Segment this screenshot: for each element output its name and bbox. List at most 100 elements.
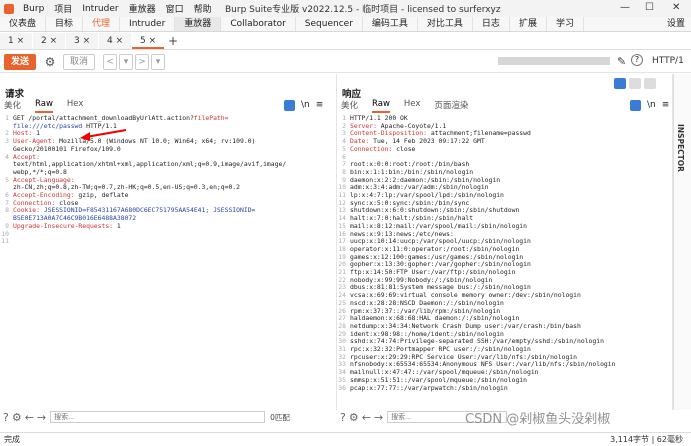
code-token: Upgrade-Insecure-Requests: (13, 221, 117, 230)
tab-main-2[interactable]: 代理 (83, 17, 121, 31)
watermark: CSDN @剁椒鱼头没剁椒 (465, 412, 611, 427)
prev-button[interactable]: < (103, 53, 117, 70)
repeater-tab-5[interactable]: 5 × (132, 32, 164, 49)
settings-button[interactable]: 设置 (667, 17, 685, 32)
menu-burp[interactable]: Burp (18, 4, 49, 14)
response-tab-3[interactable]: 页面渲染 (434, 99, 468, 113)
cancel-button[interactable]: 取消 (63, 53, 95, 70)
gear-icon[interactable]: ⚙ (349, 411, 359, 424)
newline-toggle[interactable]: \n (647, 100, 656, 111)
repeater-tabs: 1 × 2 × 3 × 4 × 5 × + (0, 32, 691, 50)
help-icon[interactable]: ? (3, 411, 9, 424)
inspector-label: INSPECTOR (676, 124, 685, 172)
tab-main-8[interactable]: 对比工具 (418, 17, 473, 31)
response-pane: 响应 美化 Raw Hex 页面渲染 \n ≡ 1 HTTP/1.1 200 OK 2 Se… (337, 74, 673, 410)
line-number: 1 (5, 114, 9, 122)
line-number: 3 (5, 137, 9, 146)
minimize-button[interactable]: — (620, 2, 630, 13)
next-dropdown[interactable]: ▾ (151, 53, 165, 70)
menu-icon[interactable]: ≡ (662, 100, 670, 111)
request-tab-1[interactable]: Raw (35, 99, 53, 113)
main-tabs: 仪表盘 目标 代理 Intruder 重放器 Collaborator Sequencer 编… (0, 17, 691, 32)
help-icon[interactable]: ? (340, 411, 346, 424)
status-bar: 完成 3,114字节 | 62毫秒 (0, 432, 691, 446)
tab-main-6[interactable]: Sequencer (296, 17, 363, 31)
red-arrow-annotation (80, 129, 127, 141)
menu-help[interactable]: 帮助 (189, 2, 217, 15)
close-button[interactable]: ✕ (672, 2, 680, 13)
request-subtabs: 美化 Raw Hex (4, 99, 97, 113)
newline-toggle[interactable]: \n (301, 100, 310, 111)
code-line: Upgrade-Insecure-Requests: 1 (13, 221, 121, 231)
tab-main-5[interactable]: Collaborator (221, 17, 296, 31)
inspector-sidebar[interactable]: INSPECTOR (673, 74, 691, 410)
target-host-redacted[interactable] (498, 57, 610, 65)
prev-dropdown[interactable]: ▾ (119, 53, 133, 70)
code-token: filePath= (193, 114, 229, 122)
menu-icon[interactable]: ≡ (316, 100, 324, 111)
http-version[interactable]: HTTP/1 (652, 56, 684, 66)
code-token: gzip, deflate (78, 191, 129, 199)
repeater-tab-3[interactable]: 3 × (66, 32, 98, 49)
layout-tabs-icon[interactable] (644, 78, 656, 89)
tab-main-9[interactable]: 日志 (473, 17, 510, 31)
request-search-bar: ? ⚙ ← → 0匹配 (0, 410, 337, 424)
request-title: 请求 (5, 89, 25, 100)
code-line: pcap:x:77:77::/var/arpwatch:/sbin/nologi… (350, 384, 508, 393)
send-button[interactable]: 发送 (4, 53, 36, 70)
repeater-tab-2[interactable]: 2 × (33, 32, 65, 49)
help-icon[interactable]: ? (631, 54, 643, 66)
tab-main-10[interactable]: 扩展 (510, 17, 547, 31)
line-number: 5 (5, 175, 9, 184)
request-tools: \n ≡ (284, 100, 323, 111)
burp-logo-icon (4, 3, 14, 14)
tab-main-7[interactable]: 编码工具 (363, 17, 418, 31)
layout-horizontal-icon[interactable] (629, 78, 641, 89)
layout-buttons (614, 78, 656, 89)
forward-icon[interactable]: → (374, 411, 383, 424)
maximize-button[interactable]: ☐ (645, 2, 654, 13)
response-tab-1[interactable]: Raw (372, 99, 390, 113)
next-button[interactable]: > (135, 53, 149, 70)
back-icon[interactable]: ← (25, 411, 34, 424)
pretty-toggle-icon[interactable] (284, 100, 295, 111)
forward-icon[interactable]: → (37, 411, 46, 424)
gear-icon[interactable]: ⚙ (43, 55, 57, 69)
menu-project[interactable]: 项目 (49, 2, 77, 15)
code-token: close (396, 144, 416, 153)
tab-main-4[interactable]: 重放器 (175, 17, 222, 31)
window-title: Burp Suite专业版 v2022.12.5 - 临时项目 - licens… (225, 5, 501, 15)
response-tab-2[interactable]: Hex (404, 99, 421, 113)
layout-split-icon[interactable] (614, 78, 626, 89)
menu-window[interactable]: 窗口 (161, 2, 189, 15)
request-pane: 请求 美化 Raw Hex \n ≡ 1 GET /portal/attachment… (0, 74, 337, 410)
back-icon[interactable]: ← (362, 411, 371, 424)
code-line: Connection: close (350, 144, 416, 154)
status-text: 完成 (4, 435, 20, 444)
add-tab-button[interactable]: + (168, 34, 178, 48)
request-search-input[interactable] (50, 411, 266, 423)
request-tab-2[interactable]: Hex (67, 99, 84, 113)
response-subtabs: 美化 Raw Hex 页面渲染 (341, 99, 482, 113)
response-tab-0[interactable]: 美化 (341, 99, 358, 113)
tab-main-0[interactable]: 仪表盘 (0, 17, 47, 31)
code-token: 1 (116, 221, 121, 230)
gear-icon[interactable]: ⚙ (12, 411, 22, 424)
response-title: 响应 (342, 89, 362, 100)
request-editor[interactable]: 1 GET /portal/attachment_downloadByUrlAtt… (0, 114, 336, 410)
tab-main-11[interactable]: 学习 (547, 17, 584, 31)
repeater-tab-4[interactable]: 4 × (99, 32, 131, 49)
pencil-icon[interactable]: ✎ (617, 55, 626, 68)
tab-main-1[interactable]: 目标 (46, 17, 84, 31)
line-number: 11 (1, 237, 9, 246)
line-number: 36 (338, 383, 346, 392)
pretty-toggle-icon[interactable] (630, 100, 641, 111)
menu-intruder[interactable]: Intruder (77, 4, 123, 14)
repeater-tab-1[interactable]: 1 × (0, 32, 32, 49)
tab-main-3[interactable]: Intruder (120, 17, 176, 31)
request-tab-0[interactable]: 美化 (4, 99, 21, 113)
response-tools: \n ≡ (630, 100, 669, 111)
response-editor[interactable]: 1 HTTP/1.1 200 OK 2 Server: Apache-Coyote/1… (337, 114, 672, 410)
match-count: 0匹配 (270, 412, 290, 422)
menu-repeater[interactable]: 重放器 (124, 2, 161, 15)
